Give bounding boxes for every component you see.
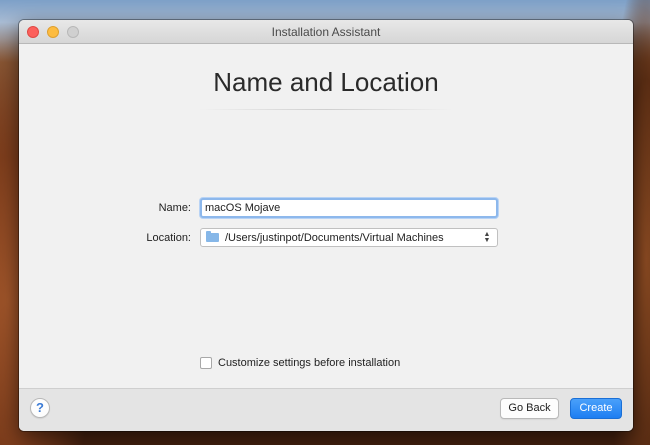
help-button[interactable]: ? (30, 398, 50, 418)
location-label: Location: (146, 232, 191, 244)
name-label: Name: (158, 202, 191, 214)
go-back-button[interactable]: Go Back (500, 398, 559, 419)
footer-bar: ? Go Back Create (19, 388, 633, 431)
create-button[interactable]: Create (570, 398, 622, 419)
up-down-chevron-icon: ▲ ▼ (483, 230, 491, 244)
installation-assistant-window: Installation Assistant Name and Location… (19, 20, 633, 431)
customize-settings-label[interactable]: Customize settings before installation (218, 357, 400, 369)
title-divider (199, 109, 453, 110)
page-title: Name and Location (213, 67, 439, 97)
customize-settings-option[interactable]: Customize settings before installation (200, 357, 400, 369)
location-value: /Users/justinpot/Documents/Virtual Machi… (225, 231, 444, 244)
main-content: Name and Location Name: Location: /Users… (19, 44, 633, 389)
name-input[interactable] (200, 198, 498, 218)
window-title: Installation Assistant (271, 25, 381, 39)
customize-settings-checkbox[interactable] (200, 357, 212, 369)
folder-icon (206, 231, 219, 242)
title-bar: Installation Assistant (19, 20, 633, 44)
location-select[interactable]: /Users/justinpot/Documents/Virtual Machi… (200, 228, 498, 247)
